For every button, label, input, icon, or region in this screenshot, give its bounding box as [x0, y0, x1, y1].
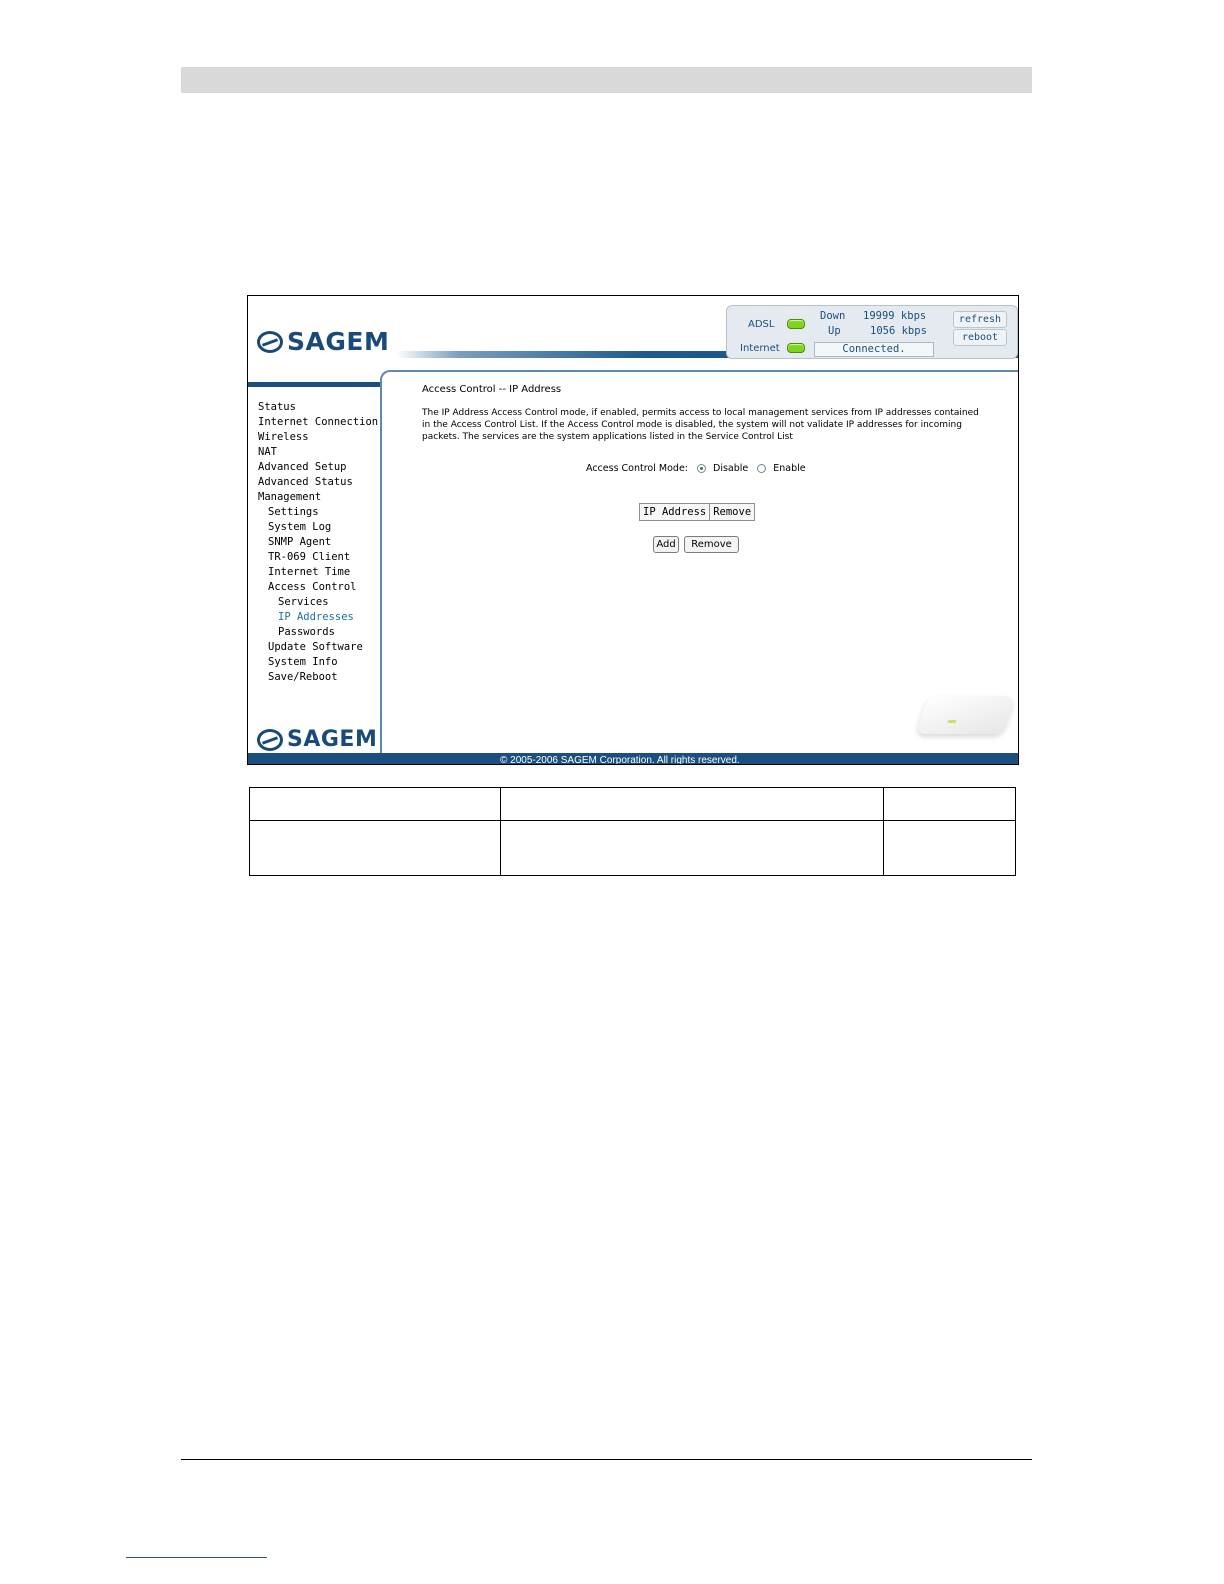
sidebar-item-management[interactable]: Management [258, 490, 378, 505]
table-header-row: IP Address Remove [638, 503, 756, 521]
down-rate: 19999 kbps [863, 310, 927, 322]
up-label: Up [828, 325, 841, 337]
sidebar-top-bar [248, 382, 380, 387]
sidebar-item-internet-connection[interactable]: Internet Connection [258, 415, 378, 430]
disable-label: Disable [713, 463, 749, 474]
sidebar-item-snmp-agent[interactable]: SNMP Agent [258, 535, 378, 550]
sidebar-item-services[interactable]: Services [258, 595, 378, 610]
access-control-mode: Access Control Mode: Disable Enable [586, 463, 806, 474]
table-cell [500, 787, 884, 821]
sidebar-item-save-reboot[interactable]: Save/Reboot [258, 670, 378, 685]
sagem-logo: SAGEM [257, 327, 389, 356]
sagem-logo-bottom: SAGEM [257, 727, 377, 752]
table-cell [249, 820, 501, 876]
column-header-ip-address: IP Address [638, 503, 711, 521]
sagem-logo-mark-icon [257, 330, 283, 353]
table-cell [249, 787, 501, 821]
logo-text: SAGEM [287, 327, 390, 356]
table-row [249, 787, 1016, 821]
sidebar-item-status[interactable]: Status [258, 400, 378, 415]
table-cell [500, 820, 884, 876]
sidebar-item-advanced-setup[interactable]: Advanced Setup [258, 460, 378, 475]
sidebar-item-update-software[interactable]: Update Software [258, 640, 378, 655]
table-cell [883, 787, 1016, 821]
sidebar-item-tr069-client[interactable]: TR-069 Client [258, 550, 378, 565]
router-led-icon [947, 720, 957, 723]
remove-button[interactable]: Remove [684, 536, 739, 553]
footnote-link-underline [126, 1557, 267, 1558]
column-header-remove: Remove [709, 503, 756, 521]
sidebar-item-system-info[interactable]: System Info [258, 655, 378, 670]
sidebar-item-settings[interactable]: Settings [258, 505, 378, 520]
sidebar-item-ip-addresses[interactable]: IP Addresses [258, 610, 378, 625]
document-table [249, 787, 1016, 876]
router-admin-screenshot: SAGEM ADSL Internet Down 19999 kbps Up 1… [247, 295, 1019, 765]
page-description: The IP Address Access Control mode, if e… [422, 408, 979, 442]
sidebar-item-advanced-status[interactable]: Advanced Status [258, 475, 378, 490]
sidebar-nav: Status Internet Connection Wireless NAT … [258, 400, 378, 685]
footer-copyright: © 2005-2006 SAGEM Corporation. All right… [500, 755, 740, 765]
internet-label: Internet [740, 343, 780, 354]
reboot-button[interactable]: reboot [953, 329, 1007, 346]
add-button[interactable]: Add [653, 536, 679, 553]
refresh-button[interactable]: refresh [953, 311, 1007, 328]
logo-text: SAGEM [287, 727, 378, 752]
status-panel: ADSL Internet Down 19999 kbps Up 1056 kb… [726, 305, 1018, 359]
sidebar-item-access-control[interactable]: Access Control [258, 580, 378, 595]
adsl-label: ADSL [748, 319, 775, 330]
table-row [249, 820, 1016, 876]
mode-label: Access Control Mode: [586, 463, 688, 474]
disable-radio[interactable] [697, 464, 706, 473]
enable-label: Enable [773, 463, 806, 474]
sidebar-item-internet-time[interactable]: Internet Time [258, 565, 378, 580]
page-footer-rule [181, 1459, 1032, 1460]
enable-radio[interactable] [757, 464, 767, 473]
sidebar-item-nat[interactable]: NAT [258, 445, 378, 460]
up-rate: 1056 kbps [870, 325, 927, 337]
adsl-led-icon [787, 319, 805, 329]
main-content: Access Control -- IP Address The IP Addr… [422, 384, 982, 474]
sidebar-item-wireless[interactable]: Wireless [258, 430, 378, 445]
sidebar-item-system-log[interactable]: System Log [258, 520, 378, 535]
sidebar-item-passwords[interactable]: Passwords [258, 625, 378, 640]
page-header-band [181, 67, 1032, 93]
sagem-logo-mark-icon [257, 728, 283, 751]
ip-address-table: IP Address Remove [638, 503, 756, 521]
table-cell [883, 820, 1016, 876]
page-title: Access Control -- IP Address [422, 384, 562, 395]
connection-status: Connected. [814, 342, 934, 357]
down-label: Down [820, 310, 846, 322]
internet-led-icon [787, 343, 805, 353]
router-device-image [915, 696, 1017, 734]
